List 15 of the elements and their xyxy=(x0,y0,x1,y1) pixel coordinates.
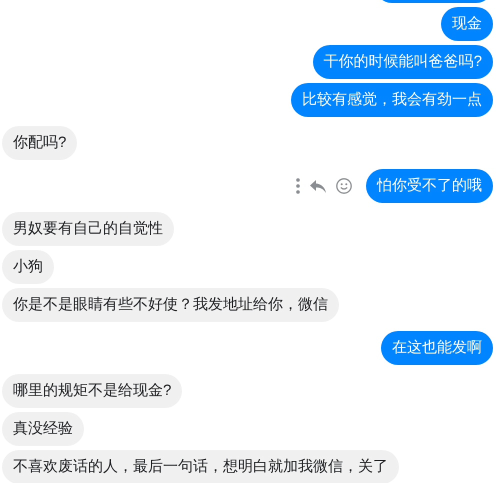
message-bubble: 你是不是眼睛有些不好使？我发地址给你，微信 xyxy=(2,288,339,322)
emoji-icon[interactable] xyxy=(336,178,352,194)
message-bubble: 哪里的规矩不是给现金? xyxy=(2,374,182,408)
message-bubble: 男奴要有自己的自觉性 xyxy=(2,212,174,246)
message-bubble: 现金 xyxy=(441,7,493,41)
message-bubble: 怕你受不了的哦 xyxy=(366,169,493,203)
message-bubble: 不喜欢废话的人，最后一句话，想明白就加我微信，关了 xyxy=(2,450,399,483)
more-icon[interactable] xyxy=(296,178,300,194)
message-bubble: 真没经验 xyxy=(2,412,84,446)
message-bubble: 比较有感觉，我会有劲一点 xyxy=(291,83,493,117)
message-bubble: 你配吗? xyxy=(2,126,78,160)
message-bubble: 小狗 xyxy=(2,250,54,284)
reply-icon[interactable] xyxy=(310,180,326,192)
message-bubble: 在这也能发啊 xyxy=(381,331,493,365)
message-bubble: 干你的时候能叫爸爸吗? xyxy=(312,45,493,79)
